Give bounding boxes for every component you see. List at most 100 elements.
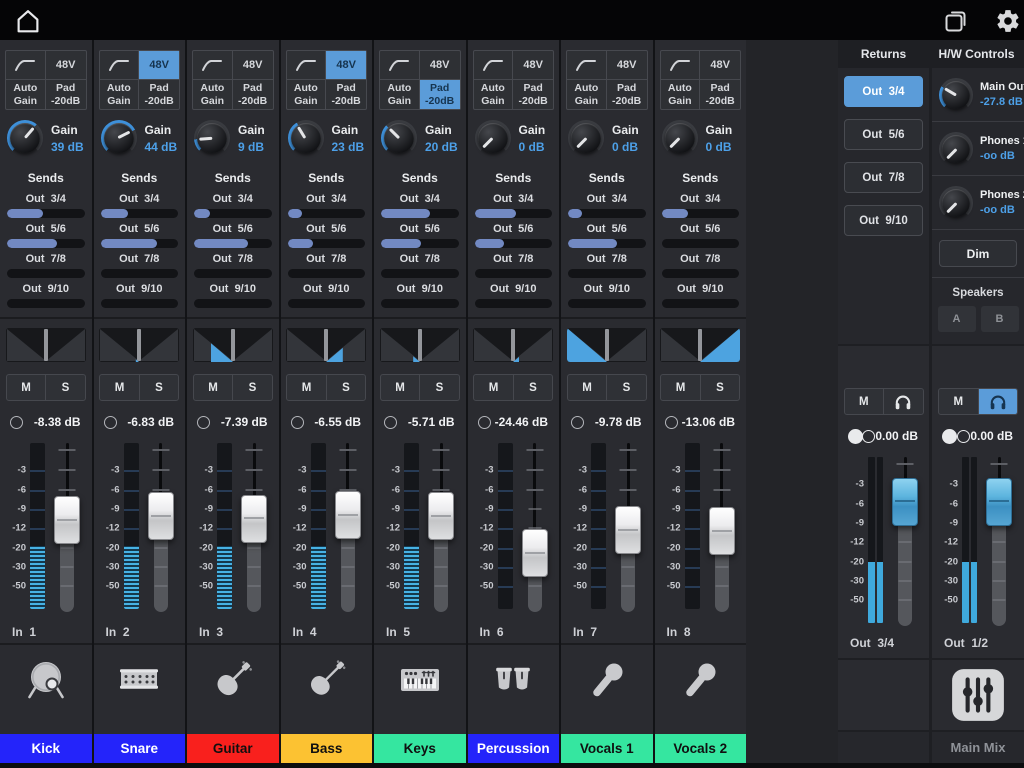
send-level-slider[interactable] [475, 299, 553, 308]
send-level-slider[interactable] [568, 299, 646, 308]
send-level-slider[interactable] [7, 209, 85, 218]
auto-gain-button[interactable]: Auto Gain [661, 80, 701, 109]
channel-name[interactable]: Vocals 1 [561, 734, 653, 763]
balance-toggle[interactable] [848, 429, 875, 444]
gain-knob[interactable] [475, 120, 511, 156]
headphones-button[interactable] [979, 389, 1018, 414]
gain-knob[interactable] [662, 120, 698, 156]
mute-button[interactable]: M [474, 375, 514, 400]
hpf-button[interactable] [6, 51, 46, 80]
pad-button[interactable]: Pad -20dB [233, 80, 273, 109]
scenes-button[interactable] [942, 7, 970, 35]
send-level-slider[interactable] [101, 269, 179, 278]
auto-gain-button[interactable]: Auto Gain [287, 80, 327, 109]
solo-button[interactable]: S [701, 375, 740, 400]
send-level-slider[interactable] [101, 299, 179, 308]
mute-button[interactable]: M [287, 375, 327, 400]
return-button-out910[interactable]: Out 9/10 [844, 205, 923, 236]
fader-handle[interactable] [241, 495, 267, 543]
pan-control[interactable] [380, 328, 460, 362]
auto-gain-button[interactable]: Auto Gain [567, 80, 607, 109]
pad-button[interactable]: Pad -20dB [46, 80, 86, 109]
monitor-fader-handle[interactable] [892, 478, 918, 526]
phantom-48v-button[interactable]: 48V [607, 51, 647, 80]
pad-button[interactable]: Pad -20dB [607, 80, 647, 109]
hpf-button[interactable] [193, 51, 233, 80]
instrument-icon-zone[interactable] [561, 643, 653, 714]
mute-button[interactable]: M [661, 375, 701, 400]
send-level-slider[interactable] [288, 239, 366, 248]
pad-button[interactable]: Pad -20dB [420, 80, 460, 109]
pad-button[interactable]: Pad -20dB [513, 80, 553, 109]
send-level-slider[interactable] [288, 209, 366, 218]
send-level-slider[interactable] [381, 269, 459, 278]
hpf-button[interactable] [567, 51, 607, 80]
send-level-slider[interactable] [288, 269, 366, 278]
auto-gain-button[interactable]: Auto Gain [474, 80, 514, 109]
pan-control[interactable] [193, 328, 273, 362]
phantom-48v-button[interactable]: 48V [46, 51, 86, 80]
pan-control[interactable] [473, 328, 553, 362]
channel-name[interactable]: Kick [0, 734, 92, 763]
hpf-button[interactable] [380, 51, 420, 80]
solo-button[interactable]: S [46, 375, 85, 400]
send-level-slider[interactable] [381, 209, 459, 218]
monitor-mute-button[interactable]: M [939, 389, 979, 414]
gain-knob[interactable] [568, 120, 604, 156]
send-level-slider[interactable] [194, 299, 272, 308]
instrument-icon-zone[interactable] [655, 643, 747, 714]
phantom-48v-button[interactable]: 48V [700, 51, 740, 80]
pan-control[interactable] [6, 328, 86, 362]
speaker-b-button[interactable]: B [981, 306, 1019, 332]
pad-button[interactable]: Pad -20dB [139, 80, 179, 109]
send-level-slider[interactable] [568, 269, 646, 278]
solo-button[interactable]: S [327, 375, 366, 400]
auto-gain-button[interactable]: Auto Gain [6, 80, 46, 109]
home-button[interactable] [12, 5, 44, 37]
phantom-48v-button[interactable]: 48V [139, 51, 179, 80]
gain-knob[interactable] [194, 120, 230, 156]
send-level-slider[interactable] [662, 299, 740, 308]
channel-name[interactable]: Bass [281, 734, 373, 763]
phantom-48v-button[interactable]: 48V [420, 51, 460, 80]
hpf-button[interactable] [287, 51, 327, 80]
send-level-slider[interactable] [7, 269, 85, 278]
hpf-button[interactable] [661, 51, 701, 80]
return-button-out78[interactable]: Out 7/8 [844, 162, 923, 193]
auto-gain-button[interactable]: Auto Gain [100, 80, 140, 109]
monitor-mute-button[interactable]: M [845, 389, 885, 414]
send-level-slider[interactable] [662, 239, 740, 248]
solo-button[interactable]: S [514, 375, 553, 400]
pan-control[interactable] [286, 328, 366, 362]
send-level-slider[interactable] [475, 209, 553, 218]
speaker-a-button[interactable]: A [938, 306, 976, 332]
gain-knob[interactable] [101, 120, 137, 156]
gain-knob[interactable] [381, 120, 417, 156]
mute-button[interactable]: M [100, 375, 140, 400]
send-level-slider[interactable] [568, 239, 646, 248]
instrument-icon-zone[interactable] [94, 643, 186, 714]
instrument-icon-zone[interactable] [187, 643, 279, 714]
gain-knob[interactable] [288, 120, 324, 156]
phantom-48v-button[interactable]: 48V [513, 51, 553, 80]
instrument-icon-zone[interactable] [468, 643, 560, 714]
phantom-48v-button[interactable]: 48V [233, 51, 273, 80]
hpf-button[interactable] [474, 51, 514, 80]
channel-name[interactable]: Percussion [468, 734, 560, 763]
fader-handle[interactable] [335, 491, 361, 539]
send-level-slider[interactable] [381, 239, 459, 248]
return-button-out56[interactable]: Out 5/6 [844, 119, 923, 150]
fader-handle[interactable] [54, 496, 80, 544]
send-level-slider[interactable] [7, 299, 85, 308]
monitor-fader-handle[interactable] [986, 478, 1012, 526]
send-level-slider[interactable] [662, 269, 740, 278]
instrument-icon-zone[interactable] [0, 643, 92, 714]
send-level-slider[interactable] [194, 209, 272, 218]
instrument-icon-zone[interactable] [281, 643, 373, 714]
send-level-slider[interactable] [194, 239, 272, 248]
pan-control[interactable] [99, 328, 179, 362]
channel-name[interactable]: Keys [374, 734, 466, 763]
return-button-out34[interactable]: Out 3/4 [844, 76, 923, 107]
send-level-slider[interactable] [381, 299, 459, 308]
fader-handle[interactable] [148, 492, 174, 540]
